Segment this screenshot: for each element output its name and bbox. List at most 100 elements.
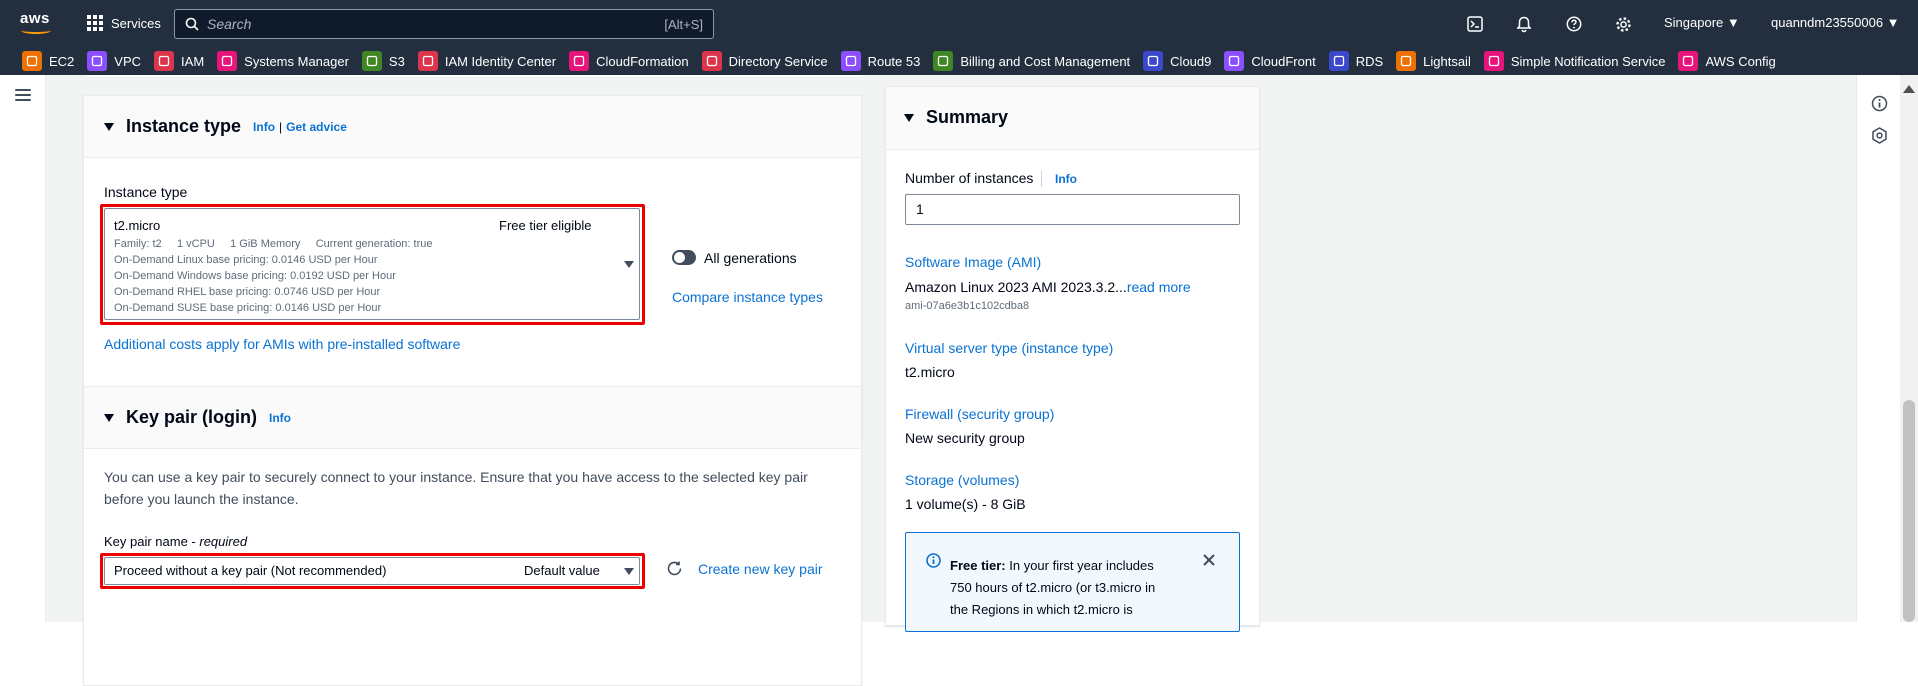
favorite-label: Directory Service	[728, 53, 828, 69]
favorite-label: CloudFront	[1251, 53, 1316, 69]
search-input[interactable]	[207, 16, 665, 32]
help-icon[interactable]	[1563, 13, 1585, 35]
favorite-sns[interactable]: Simple Notification Service	[1483, 51, 1666, 71]
scrollbar-thumb[interactable]	[1903, 400, 1915, 622]
favorite-label: IAM	[181, 53, 205, 69]
ec2-icon	[22, 51, 42, 71]
route53-icon	[840, 51, 861, 71]
all-generations-toggle[interactable]	[672, 250, 696, 265]
notifications-bell-icon[interactable]	[1513, 13, 1535, 35]
firewall-link[interactable]: Firewall (security group)	[905, 406, 1054, 422]
favorite-aws-config[interactable]: AWS Config	[1678, 51, 1776, 71]
read-more-link[interactable]: read more	[1127, 279, 1191, 295]
collapse-caret-icon[interactable]	[904, 113, 914, 122]
favorite-route53[interactable]: Route 53	[840, 51, 921, 71]
search-shortcut: [Alt+S]	[664, 16, 703, 32]
systems-manager-icon	[217, 51, 238, 71]
instance-type-header[interactable]: Instance type Info | Get advice	[84, 96, 861, 158]
favorite-label: CloudFormation	[596, 53, 689, 69]
aws-config-icon	[1678, 51, 1699, 71]
additional-costs-link[interactable]: Additional costs apply for AMIs with pre…	[104, 336, 460, 352]
virtual-server-type-link[interactable]: Virtual server type (instance type)	[905, 340, 1113, 356]
favorite-label: AWS Config	[1705, 53, 1776, 69]
billing-icon	[933, 51, 954, 71]
instance-type-info-link[interactable]: Info	[253, 120, 275, 134]
s3-icon	[361, 51, 382, 71]
key-pair-name-label: Key pair name - required	[104, 534, 248, 549]
ami-id: ami-07a6e3b1c102cdba8	[905, 300, 1030, 312]
favorite-rds[interactable]: RDS	[1328, 51, 1383, 71]
favorite-cloudfront[interactable]: CloudFront	[1224, 51, 1316, 71]
hamburger-menu-icon[interactable]	[15, 89, 31, 101]
rds-icon	[1328, 51, 1349, 71]
storage-link[interactable]: Storage (volumes)	[905, 472, 1019, 488]
key-pair-header[interactable]: Key pair (login) Info	[84, 387, 861, 449]
favorite-label: Billing and Cost Management	[960, 53, 1131, 69]
cloudformation-icon	[569, 51, 590, 71]
software-image-link[interactable]: Software Image (AMI)	[905, 254, 1041, 270]
favorite-cloudformation[interactable]: CloudFormation	[569, 51, 689, 71]
free-tier-alert: Free tier: In your first year includes 7…	[905, 532, 1240, 632]
summary-header[interactable]: Summary	[886, 87, 1259, 150]
favorite-ec2[interactable]: EC2	[22, 51, 74, 71]
summary-panel: Summary Number of instances Info 1 Softw…	[885, 86, 1260, 632]
iam-identity-center-icon	[417, 51, 438, 71]
favorite-label: Route 53	[867, 53, 921, 69]
highlight-box-key-pair	[100, 553, 645, 589]
collapse-caret-icon[interactable]	[104, 413, 114, 422]
label-divider	[1041, 170, 1042, 187]
favorite-directory-service[interactable]: Directory Service	[701, 51, 828, 71]
instance-type-field-label: Instance type	[104, 184, 188, 200]
favorite-label: Systems Manager	[244, 53, 349, 69]
close-icon[interactable]	[1202, 553, 1216, 572]
key-pair-description: You can use a key pair to securely conne…	[104, 469, 808, 507]
favorite-label: VPC	[114, 53, 142, 69]
info-circle-icon	[926, 553, 941, 573]
info-panel-icon[interactable]	[1871, 95, 1888, 117]
account-menu[interactable]: quanndm23550006 ▼	[1771, 15, 1900, 30]
favorite-label: Simple Notification Service	[1510, 53, 1666, 69]
highlight-box-instance-type	[100, 204, 645, 325]
cloudshell-icon[interactable]	[1464, 13, 1486, 35]
favorite-vpc[interactable]: VPC	[87, 51, 141, 71]
favorite-lightsail[interactable]: Lightsail	[1396, 51, 1471, 71]
favorite-cloud9[interactable]: Cloud9	[1143, 51, 1211, 71]
aws-logo[interactable]: aws	[20, 10, 54, 36]
refresh-icon[interactable]	[666, 560, 683, 582]
virtual-server-type-value: t2.micro	[905, 364, 955, 380]
aws-smile-icon	[21, 27, 51, 34]
key-pair-info-link[interactable]: Info	[269, 411, 291, 425]
collapse-caret-icon[interactable]	[104, 122, 114, 131]
iam-icon	[154, 51, 175, 71]
favorite-label: EC2	[49, 53, 75, 69]
settings-gear-icon[interactable]	[1612, 13, 1634, 35]
scroll-up-arrow-icon[interactable]	[1903, 85, 1915, 93]
region-selector[interactable]: Singapore ▼	[1664, 15, 1740, 30]
free-tier-text: Free tier: In your first year includes 7…	[950, 558, 1156, 617]
services-label: Services	[111, 15, 161, 31]
get-advice-link[interactable]: Get advice	[286, 120, 347, 134]
firewall-value: New security group	[905, 430, 1025, 446]
key-pair-title: Key pair (login)	[126, 407, 258, 427]
favorite-iam-identity-center[interactable]: IAM Identity Center	[417, 51, 557, 71]
hexagon-tool-icon[interactable]	[1871, 127, 1888, 149]
favorite-systems-manager[interactable]: Systems Manager	[217, 51, 349, 71]
search-bar[interactable]: [Alt+S]	[174, 9, 714, 39]
all-generations-label: All generations	[704, 250, 797, 266]
favorite-label: IAM Identity Center	[444, 53, 557, 69]
compare-instance-types-link[interactable]: Compare instance types	[672, 289, 823, 305]
favorite-s3[interactable]: S3	[361, 51, 405, 71]
top-navigation: aws Services [Alt+S] Singapore ▼ quanndm…	[0, 0, 1918, 47]
number-of-instances-input[interactable]: 1	[905, 194, 1240, 225]
right-tools-rail	[1856, 75, 1900, 622]
required-marker: required	[199, 534, 248, 549]
storage-value: 1 volume(s) - 8 GiB	[905, 496, 1026, 512]
services-menu-button[interactable]: Services	[87, 13, 161, 33]
sns-icon	[1483, 51, 1504, 71]
favorite-iam[interactable]: IAM	[154, 51, 204, 71]
services-grid-icon	[87, 15, 103, 31]
favorites-bar: EC2 VPC IAM Systems Manager S3 IAM Identity C…	[0, 47, 1918, 75]
create-new-key-pair-link[interactable]: Create new key pair	[698, 561, 823, 577]
favorite-billing[interactable]: Billing and Cost Management	[933, 51, 1130, 71]
instances-info-link[interactable]: Info	[1055, 172, 1077, 186]
